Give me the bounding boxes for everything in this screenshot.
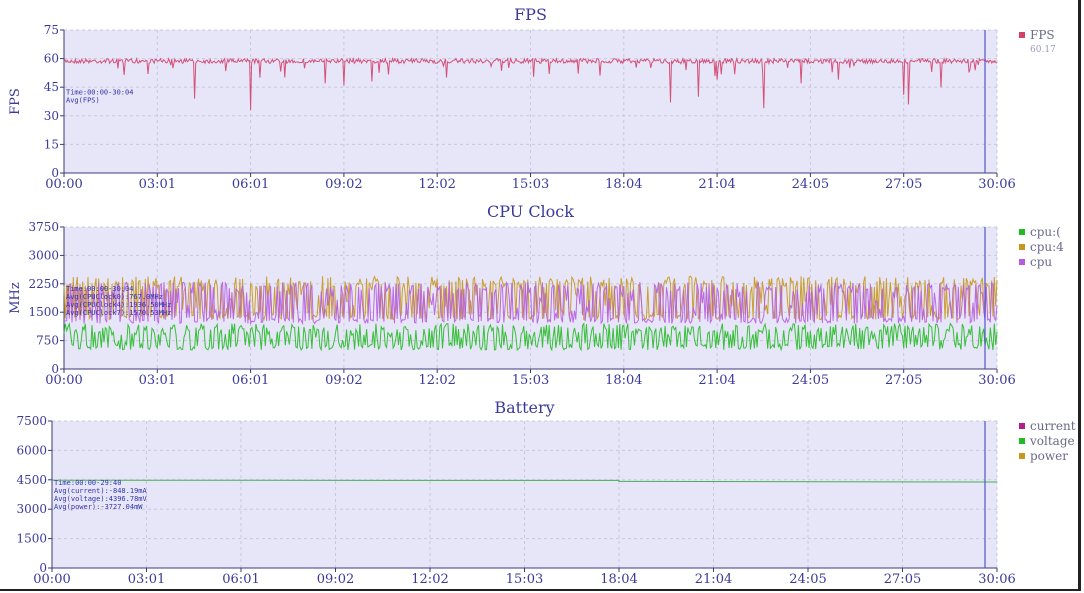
legend-swatch — [1019, 32, 1025, 38]
chart-title: FPS — [514, 5, 547, 24]
x-tick-label: 06:01 — [232, 373, 269, 388]
x-tick-label: 24:05 — [792, 373, 829, 388]
x-tick-label: 12:02 — [418, 177, 455, 192]
x-tick-label: 18:04 — [600, 572, 637, 587]
x-tick-label: 12:02 — [418, 373, 455, 388]
annotation-text: Avg(CPUClock4):1936.50MHz — [66, 301, 171, 309]
annotation-text: Time:00:00-30:04 — [66, 88, 133, 96]
x-tick-label: 09:02 — [325, 373, 362, 388]
legend-swatch — [1019, 244, 1025, 250]
y-tick-label: 45 — [44, 80, 59, 94]
x-tick-label: 03:01 — [139, 177, 176, 192]
y-tick-label: 7500 — [16, 414, 47, 428]
x-tick-label: 09:02 — [325, 177, 362, 192]
x-tick-label: 15:03 — [512, 373, 549, 388]
x-tick-label: 18:04 — [605, 177, 642, 192]
x-tick-label: 09:02 — [317, 572, 354, 587]
annotation-text: Time:00:00-30:04 — [66, 285, 133, 293]
x-tick-label: 30:06 — [978, 373, 1015, 388]
legend-swatch — [1019, 438, 1025, 444]
x-tick-label: 30:06 — [978, 572, 1015, 587]
x-tick-label: 21:04 — [698, 373, 735, 388]
y-tick-label: 3000 — [28, 248, 59, 262]
x-tick-label: 24:05 — [789, 572, 826, 587]
chart-title: CPU Clock — [487, 202, 574, 221]
y-axis-label: FPS — [8, 88, 23, 115]
legend-swatch — [1019, 229, 1025, 235]
y-tick-label: 15 — [44, 137, 59, 151]
annotation-text: Avg(power):-3727.04mW — [54, 503, 143, 511]
y-tick-label: 750 — [36, 334, 59, 348]
annotation-text: Avg(voltage):4396.78mV — [54, 495, 148, 503]
legend-label: current — [1030, 419, 1076, 433]
x-tick-label: 12:02 — [411, 572, 448, 587]
annotation-text: Avg(CPUClock7):1570.53MHz — [66, 309, 171, 317]
y-tick-label: 30 — [44, 109, 59, 123]
y-tick-label: 60 — [44, 52, 59, 66]
y-tick-label: 6000 — [16, 443, 47, 457]
annotation-text: Avg(CPUClock0):767.0MHz — [66, 293, 163, 301]
x-tick-label: 27:05 — [885, 177, 922, 192]
x-tick-label: 15:03 — [506, 572, 543, 587]
x-tick-label: 21:04 — [698, 177, 735, 192]
x-tick-label: 00:00 — [33, 572, 70, 587]
annotation-text: Avg(current):-848.19mA — [54, 487, 148, 495]
charts-canvas: FPSFPS0153045607500:00 03:01 06:01 09:02 12:… — [8, 5, 1076, 587]
y-tick-label: 3750 — [28, 220, 59, 234]
y-tick-label: 4500 — [16, 473, 47, 487]
x-tick-label: 18:04 — [605, 373, 642, 388]
legend-label: cpu:4 — [1030, 240, 1064, 254]
y-axis-label: MHz — [8, 282, 23, 314]
legend-label: voltage — [1029, 434, 1075, 448]
y-tick-label: 75 — [44, 23, 59, 37]
x-tick-label: 03:01 — [139, 373, 176, 388]
legend-swatch — [1019, 259, 1025, 265]
x-tick-label: 06:01 — [232, 177, 269, 192]
y-tick-label: 3000 — [16, 502, 47, 516]
x-tick-label: 30:06 — [978, 177, 1015, 192]
x-tick-label: 27:05 — [884, 572, 921, 587]
x-tick-label: 00:00 — [45, 177, 82, 192]
y-tick-label: 1500 — [16, 532, 47, 546]
annotation-text: Time:00:00-29:40 — [54, 479, 121, 487]
legend-label: cpu:( — [1030, 225, 1061, 239]
legend-label: power — [1030, 449, 1068, 463]
legend-label: FPS — [1030, 28, 1055, 42]
annotation-text: Avg(FPS) — [66, 96, 100, 104]
x-tick-label: 03:01 — [128, 572, 165, 587]
legend-value: 60.17 — [1030, 45, 1056, 55]
x-tick-label: 15:03 — [512, 177, 549, 192]
x-tick-label: 00:00 — [45, 373, 82, 388]
chart-title: Battery — [494, 398, 554, 417]
x-tick-label: 21:04 — [695, 572, 732, 587]
x-tick-label: 06:01 — [222, 572, 259, 587]
x-tick-label: 24:05 — [792, 177, 829, 192]
legend-label: cpu — [1030, 255, 1052, 269]
legend-swatch — [1019, 453, 1025, 459]
y-tick-label: 2250 — [28, 277, 59, 291]
legend-swatch — [1019, 423, 1025, 429]
y-tick-label: 1500 — [28, 305, 59, 319]
x-tick-label: 27:05 — [885, 373, 922, 388]
